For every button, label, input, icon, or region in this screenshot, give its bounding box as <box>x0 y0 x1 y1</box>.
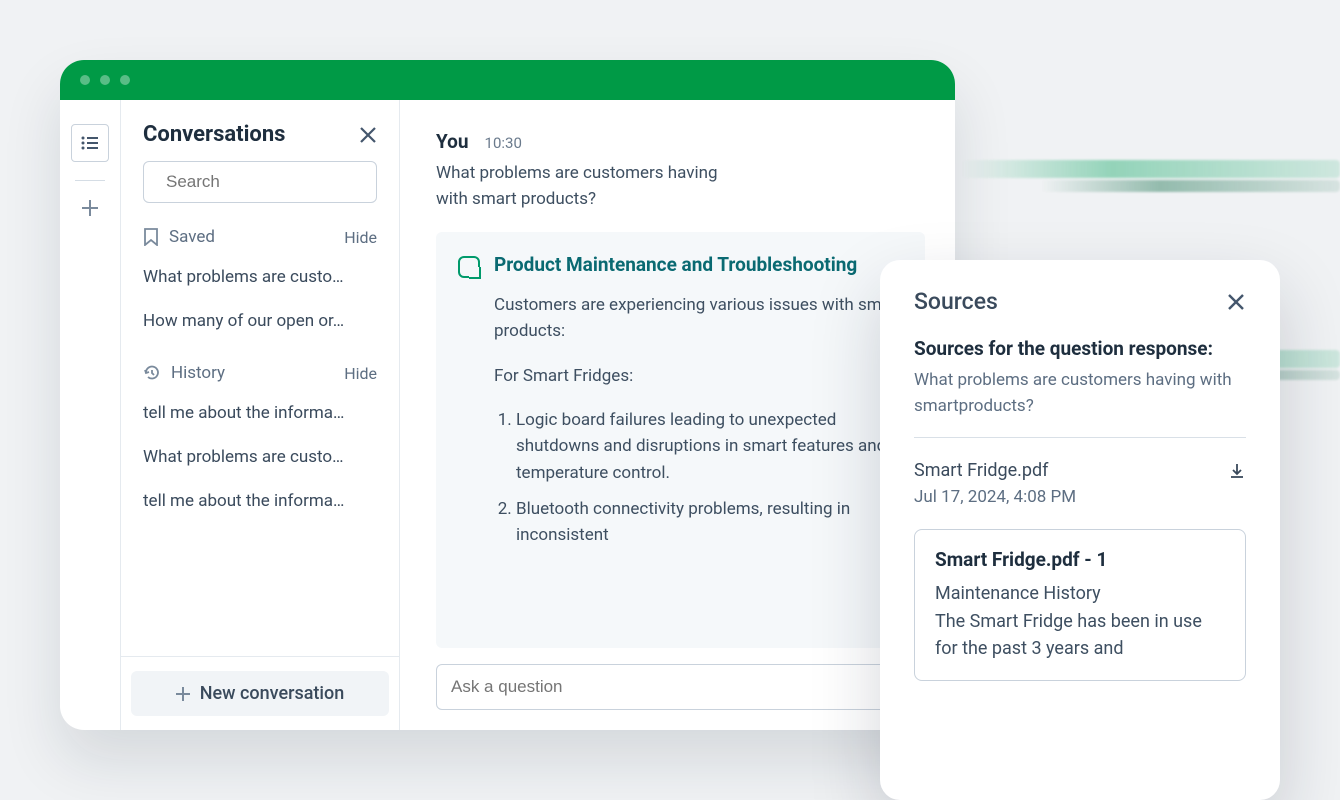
source-file-date: Jul 17, 2024, 4:08 PM <box>914 487 1246 507</box>
source-card-title: Smart Fridge.pdf - 1 <box>935 548 1225 571</box>
close-icon <box>1226 292 1246 312</box>
saved-label: Saved <box>169 227 215 247</box>
close-icon <box>359 126 377 144</box>
divider <box>914 437 1246 438</box>
download-button[interactable] <box>1228 462 1246 480</box>
source-card-body: The Smart Fridge has been in use for the… <box>935 608 1225 662</box>
user-message: You 10:30 What problems are customers ha… <box>436 130 925 212</box>
message-timestamp: 10:30 <box>485 134 522 152</box>
source-snippet-card[interactable]: Smart Fridge.pdf - 1 Maintenance History… <box>914 529 1246 681</box>
user-message-text: What problems are customers having with … <box>436 161 736 212</box>
ask-input-wrapper[interactable] <box>436 664 925 710</box>
list-icon <box>81 136 99 150</box>
rail-divider <box>75 180 105 181</box>
conversations-sidebar: Conversations <box>120 100 400 730</box>
ask-input[interactable] <box>451 677 890 697</box>
app-window: Conversations <box>60 60 955 730</box>
download-icon <box>1228 462 1246 480</box>
window-dot-icon <box>100 75 110 85</box>
saved-section-header: Saved Hide <box>121 217 399 255</box>
list-view-button[interactable] <box>71 124 109 162</box>
source-card-subtitle: Maintenance History <box>935 583 1225 604</box>
assistant-section-label: For Smart Fridges: <box>494 363 903 389</box>
source-file-name[interactable]: Smart Fridge.pdf <box>914 460 1048 481</box>
close-sidebar-button[interactable] <box>359 126 377 144</box>
assistant-point: Bluetooth connectivity problems, resulti… <box>516 496 903 549</box>
assistant-icon <box>458 256 480 278</box>
window-titlebar <box>60 60 955 100</box>
hide-history-link[interactable]: Hide <box>344 364 377 383</box>
assistant-intro: Customers are experiencing various issue… <box>494 292 903 345</box>
search-input-wrapper[interactable] <box>143 161 377 203</box>
sidebar-title: Conversations <box>143 122 285 147</box>
sources-question: What problems are customers having with … <box>914 368 1246 419</box>
add-button[interactable] <box>81 199 99 217</box>
history-conversation-item[interactable]: tell me about the informa… <box>121 479 399 523</box>
history-section-header: History Hide <box>121 353 399 391</box>
saved-conversation-item[interactable]: What problems are custo… <box>121 255 399 299</box>
bookmark-icon <box>143 228 159 246</box>
search-input[interactable] <box>166 172 387 192</box>
new-conversation-label: New conversation <box>200 683 344 704</box>
sources-heading: Sources for the question response: <box>914 337 1246 360</box>
close-sources-button[interactable] <box>1226 292 1246 312</box>
history-conversation-item[interactable]: tell me about the informa… <box>121 391 399 435</box>
saved-conversation-item[interactable]: How many of our open or… <box>121 299 399 343</box>
sources-panel-title: Sources <box>914 288 998 315</box>
window-dot-icon <box>120 75 130 85</box>
history-conversation-item[interactable]: What problems are custo… <box>121 435 399 479</box>
assistant-point: Logic board failures leading to unexpect… <box>516 407 903 486</box>
hide-saved-link[interactable]: Hide <box>344 228 377 247</box>
window-dot-icon <box>80 75 90 85</box>
history-label: History <box>171 363 225 383</box>
assistant-response: Product Maintenance and Troubleshooting … <box>436 232 925 648</box>
assistant-title: Product Maintenance and Troubleshooting <box>494 252 857 278</box>
user-label: You <box>436 130 469 153</box>
nav-rail <box>60 100 120 730</box>
new-conversation-button[interactable]: New conversation <box>131 671 389 716</box>
history-icon <box>143 364 161 382</box>
plus-icon <box>81 199 99 217</box>
chat-main: You 10:30 What problems are customers ha… <box>400 100 955 730</box>
sources-panel: Sources Sources for the question respons… <box>880 260 1280 800</box>
plus-icon <box>176 687 190 701</box>
